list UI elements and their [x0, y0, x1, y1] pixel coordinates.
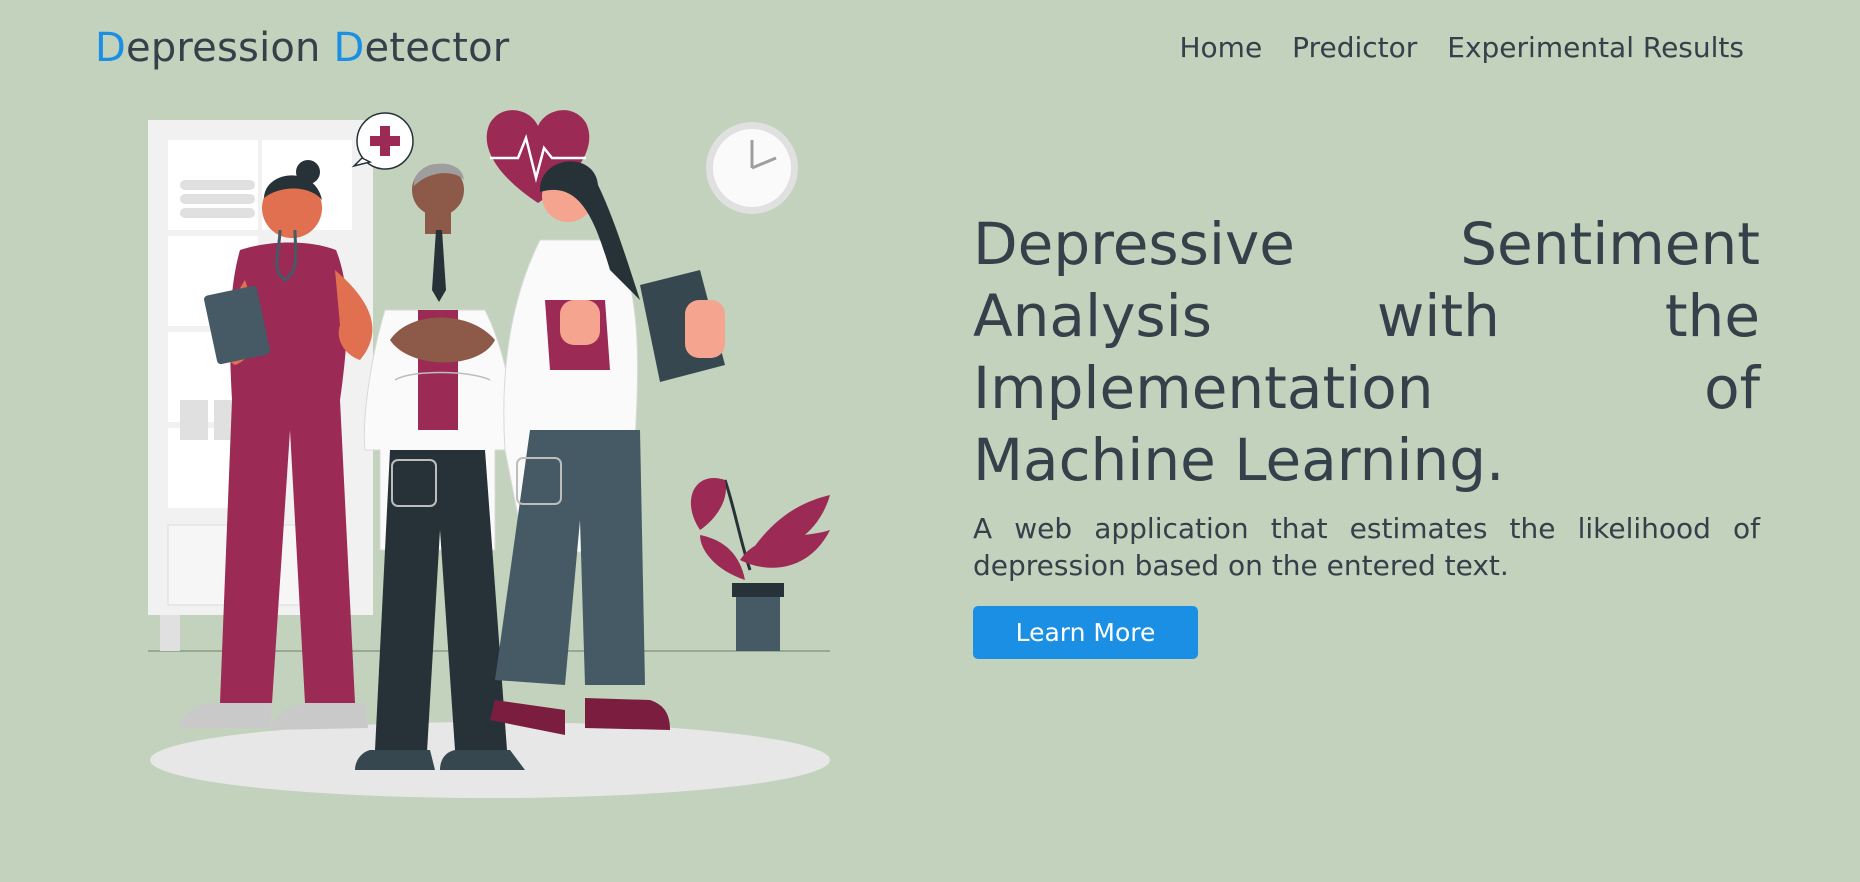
hero-illustration [148, 110, 830, 798]
brand-word-detector: etector [364, 25, 510, 71]
brand-logo[interactable]: Depression Detector [95, 22, 509, 74]
nav-link-predictor[interactable]: Predictor [1292, 30, 1417, 66]
navbar: Depression Detector Home Predictor Exper… [0, 0, 1860, 96]
nav-link-experimental-results[interactable]: Experimental Results [1447, 30, 1744, 66]
clock-icon [706, 122, 798, 214]
nav-link-home[interactable]: Home [1179, 30, 1262, 66]
learn-more-button[interactable]: Learn More [973, 606, 1198, 659]
brand-initial-d1: D [95, 25, 127, 71]
hero-section: Depressive Sentiment Analysis with the I… [973, 208, 1760, 659]
nav-links: Home Predictor Experimental Results [1179, 30, 1744, 66]
plant [690, 478, 830, 651]
doctor-figure-right [490, 161, 725, 735]
brand-initial-d2: D [333, 25, 365, 71]
brand-word-depression: epression [126, 25, 321, 71]
hero-subtitle: A web application that estimates the lik… [973, 512, 1760, 582]
hero-title: Depressive Sentiment Analysis with the I… [973, 210, 1760, 494]
